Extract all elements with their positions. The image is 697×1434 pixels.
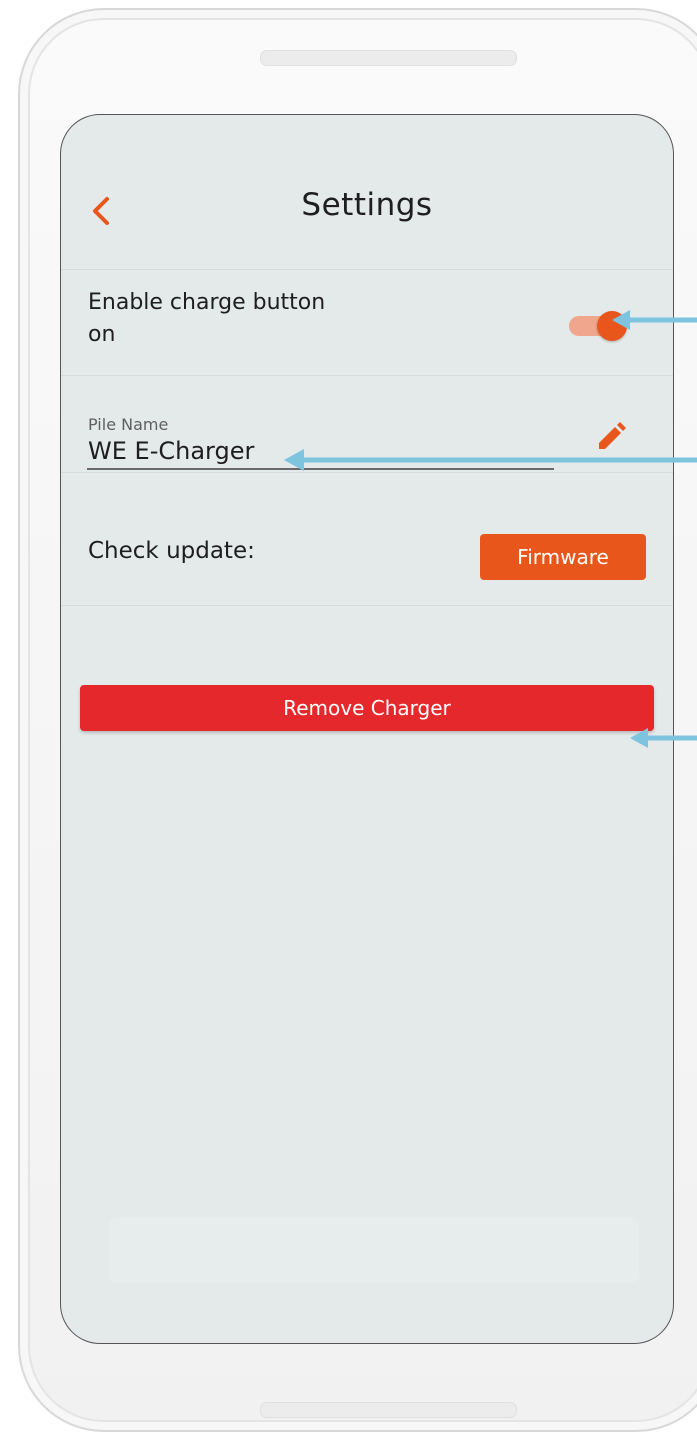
header: Settings xyxy=(61,115,673,270)
remove-charger-button[interactable]: Remove Charger xyxy=(80,685,654,731)
firmware-button[interactable]: Firmware xyxy=(480,534,646,580)
pile-name-label: Pile Name xyxy=(88,415,169,434)
phone-speaker-bottom xyxy=(260,1402,517,1418)
annotation-arrow-remove xyxy=(630,728,697,748)
charge-button-row: Enable charge button on xyxy=(61,269,673,376)
check-update-label: Check update: xyxy=(88,538,255,564)
bottom-bar-placeholder xyxy=(109,1217,639,1283)
annotation-arrow-pile-name xyxy=(284,449,697,471)
check-update-row: Check update: Firmware xyxy=(61,472,673,606)
charge-button-label: Enable charge button on xyxy=(88,290,326,347)
phone-speaker-top xyxy=(260,50,517,66)
page-title: Settings xyxy=(301,187,433,223)
app-screen: Settings Enable charge button on Pile Na… xyxy=(60,114,674,1344)
annotation-arrow-toggle xyxy=(612,310,697,330)
